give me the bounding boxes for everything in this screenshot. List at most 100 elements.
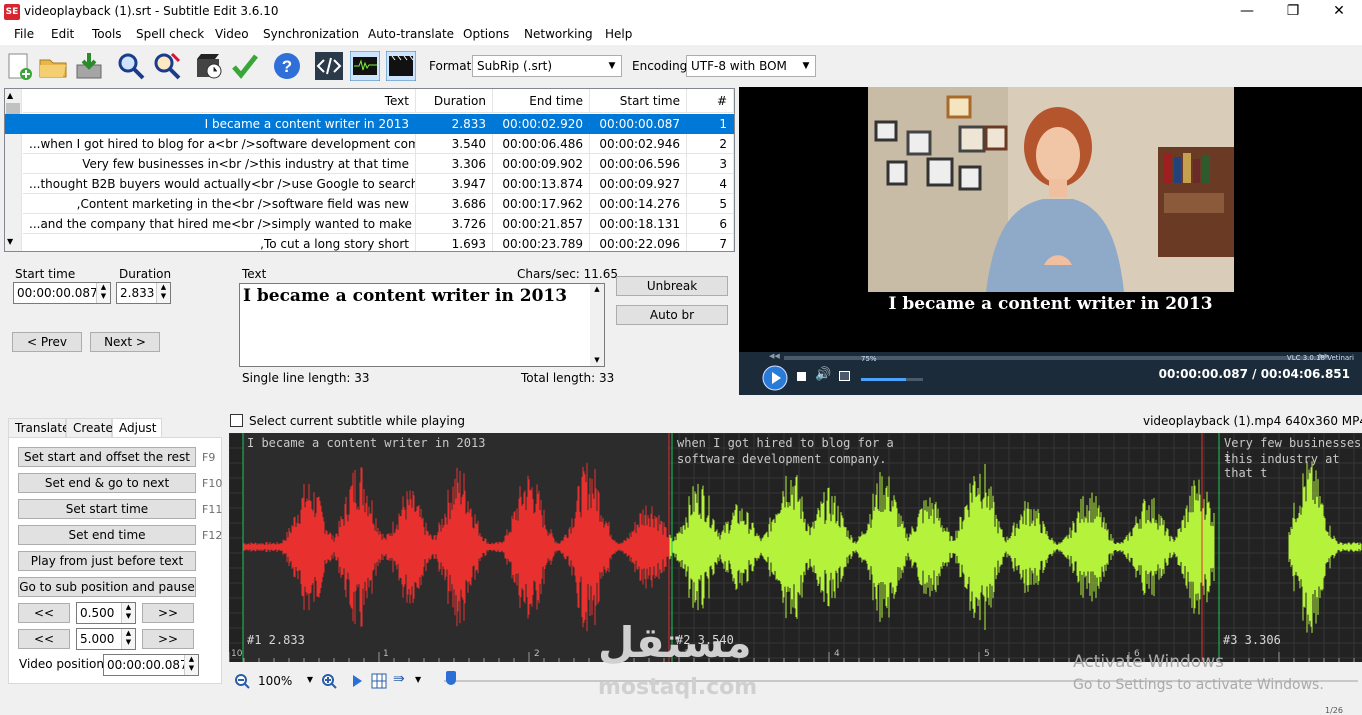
total-length: Total length: 33 xyxy=(521,371,615,385)
step-forward-large-button[interactable]: >> xyxy=(142,629,194,649)
grid-view-icon[interactable] xyxy=(371,673,387,689)
waveform[interactable]: I became a content writer in 2013 when I… xyxy=(229,433,1362,662)
video-player[interactable]: I became a content writer in 2013 ◀◀ ▶▶ … xyxy=(739,87,1362,395)
waveform-toggle-icon[interactable] xyxy=(350,51,380,81)
table-row[interactable]: ...thought B2B buyers would actually<br … xyxy=(5,174,734,194)
step-back-large-button[interactable]: << xyxy=(18,629,70,649)
format-select[interactable]: SubRip (.srt) ▼ xyxy=(472,55,622,77)
zoom-select[interactable]: 100% ▼ xyxy=(255,672,315,691)
subtitle-grid[interactable]: ▲ ▼ Text Duration End time Start time # … xyxy=(4,88,735,252)
duration-label: Duration xyxy=(119,267,172,281)
visual-sync-icon[interactable] xyxy=(194,51,224,81)
unbreak-button[interactable]: Unbreak xyxy=(616,276,728,296)
table-row[interactable]: I became a content writer in 2013 2.833 00… xyxy=(5,114,734,134)
encoding-select[interactable]: UTF-8 with BOM ▼ xyxy=(686,55,816,77)
zoom-in-icon[interactable] xyxy=(321,673,337,689)
table-row[interactable]: ,To cut a long story short 1.693 00:00:23.… xyxy=(5,234,734,251)
step-forward-small-button[interactable]: >> xyxy=(142,603,194,623)
subtitle-text-editor[interactable]: I became a content writer in 2013 ▲ ▼ xyxy=(239,283,605,367)
source-view-icon[interactable] xyxy=(314,51,344,81)
new-file-icon[interactable] xyxy=(4,51,34,81)
tick-label: 4 xyxy=(834,649,840,659)
editor-scrollbar[interactable]: ▲ ▼ xyxy=(590,284,604,366)
menu-file[interactable]: File xyxy=(14,27,34,41)
menu-networking[interactable]: Networking xyxy=(524,27,593,41)
open-folder-icon[interactable] xyxy=(38,51,68,81)
menu-options[interactable]: Options xyxy=(463,27,509,41)
play-selection-icon[interactable] xyxy=(351,674,363,688)
menu-tools[interactable]: Tools xyxy=(92,27,122,41)
video-toggle-icon[interactable] xyxy=(386,51,416,81)
next-button[interactable]: Next > xyxy=(90,332,160,352)
chevron-down-icon[interactable]: ▼ xyxy=(415,675,421,684)
minimize-button[interactable]: — xyxy=(1224,0,1270,24)
auto-br-button[interactable]: Auto br xyxy=(616,305,728,325)
maximize-button[interactable]: ❐ xyxy=(1270,0,1316,24)
format-label: Format xyxy=(429,59,472,73)
spinner-arrows-icon[interactable]: ▲ ▼ xyxy=(121,603,135,623)
encoding-value: UTF-8 with BOM xyxy=(691,59,787,73)
replace-icon[interactable] xyxy=(152,51,182,81)
tab-translate[interactable]: Translate xyxy=(8,418,70,438)
position-thumb[interactable] xyxy=(446,671,456,685)
cell-end-time: 00:00:13.874 xyxy=(493,174,590,194)
tab-create[interactable]: Create xyxy=(66,418,113,438)
prev-button[interactable]: < Prev xyxy=(12,332,82,352)
select-current-label: Select current subtitle while playing xyxy=(249,414,465,428)
spinner-arrows-icon[interactable]: ▲ ▼ xyxy=(121,629,135,649)
video-position-input[interactable]: 00:00:00.087 ▲ ▼ xyxy=(103,654,199,676)
table-row[interactable]: ...when I got hired to blog for a<br />s… xyxy=(5,134,734,154)
zoom-out-icon[interactable] xyxy=(234,673,250,689)
start-time-value: 00:00:00.087 xyxy=(17,286,98,300)
large-step-input[interactable]: 5.000 ▲ ▼ xyxy=(76,628,136,650)
waveform-canvas[interactable] xyxy=(229,433,1362,662)
volume-slider[interactable] xyxy=(861,378,923,381)
column-header-text[interactable]: Text xyxy=(23,89,416,113)
find-icon[interactable] xyxy=(116,51,146,81)
step-back-small-button[interactable]: << xyxy=(18,603,70,623)
spinner-arrows-icon[interactable]: ▲ ▼ xyxy=(184,655,198,675)
set-end-go-next-button[interactable]: Set end & go to next xyxy=(18,473,196,493)
cell-text: ,To cut a long story short xyxy=(23,234,416,251)
start-time-input[interactable]: 00:00:00.087 ▲ ▼ xyxy=(13,282,111,304)
column-header-start-time[interactable]: Start time xyxy=(590,89,687,113)
table-row[interactable]: ...and the company that hired me<br />si… xyxy=(5,214,734,234)
table-row[interactable]: ,Content marketing in the<br />software … xyxy=(5,194,734,214)
save-icon[interactable] xyxy=(74,51,104,81)
play-before-text-button[interactable]: Play from just before text xyxy=(18,551,196,571)
seek-left-icon[interactable]: ◀◀ xyxy=(769,352,780,360)
table-row[interactable]: Very few businesses in<br />this industr… xyxy=(5,154,734,174)
spinner-arrows-icon[interactable]: ▲ ▼ xyxy=(96,283,110,303)
menu-auto-translate[interactable]: Auto-translate xyxy=(368,27,454,41)
tab-adjust[interactable]: Adjust xyxy=(112,418,162,438)
menu-spell-check[interactable]: Spell check xyxy=(136,27,204,41)
scroll-up-icon[interactable]: ▲ xyxy=(7,91,13,100)
waveform-segment xyxy=(668,461,1362,633)
set-start-time-button[interactable]: Set start time xyxy=(18,499,196,519)
column-header-number[interactable]: # xyxy=(687,89,734,113)
set-start-offset-button[interactable]: Set start and offset the rest xyxy=(18,447,196,467)
select-current-checkbox[interactable] xyxy=(230,414,243,427)
tick-label: 5 xyxy=(984,649,990,659)
close-button[interactable]: ✕ xyxy=(1316,0,1362,24)
set-end-time-button[interactable]: Set end time xyxy=(18,525,196,545)
volume-icon[interactable]: 🔊 xyxy=(815,367,831,382)
fullscreen-icon[interactable] xyxy=(839,371,850,381)
column-header-duration[interactable]: Duration xyxy=(416,89,493,113)
stop-icon[interactable] xyxy=(797,372,806,381)
play-icon[interactable] xyxy=(762,365,788,391)
help-icon[interactable]: ? xyxy=(272,51,302,81)
window-title: videoplayback (1).srt - Subtitle Edit 3.… xyxy=(24,4,279,18)
cell-duration: 1.693 xyxy=(416,234,493,251)
column-header-end-time[interactable]: End time xyxy=(493,89,590,113)
small-step-input[interactable]: 0.500 ▲ ▼ xyxy=(76,602,136,624)
spinner-arrows-icon[interactable]: ▲ ▼ xyxy=(156,283,170,303)
duration-input[interactable]: 2.833 ▲ ▼ xyxy=(116,282,171,304)
menu-video[interactable]: Video xyxy=(215,27,249,41)
menu-edit[interactable]: Edit xyxy=(51,27,74,41)
menu-help[interactable]: Help xyxy=(605,27,632,41)
spell-check-icon[interactable] xyxy=(230,51,260,81)
menu-synchronization[interactable]: Synchronization xyxy=(263,27,359,41)
auto-continue-icon[interactable]: ⇛ xyxy=(393,671,405,687)
go-to-sub-pause-button[interactable]: Go to sub position and pause xyxy=(18,577,196,597)
